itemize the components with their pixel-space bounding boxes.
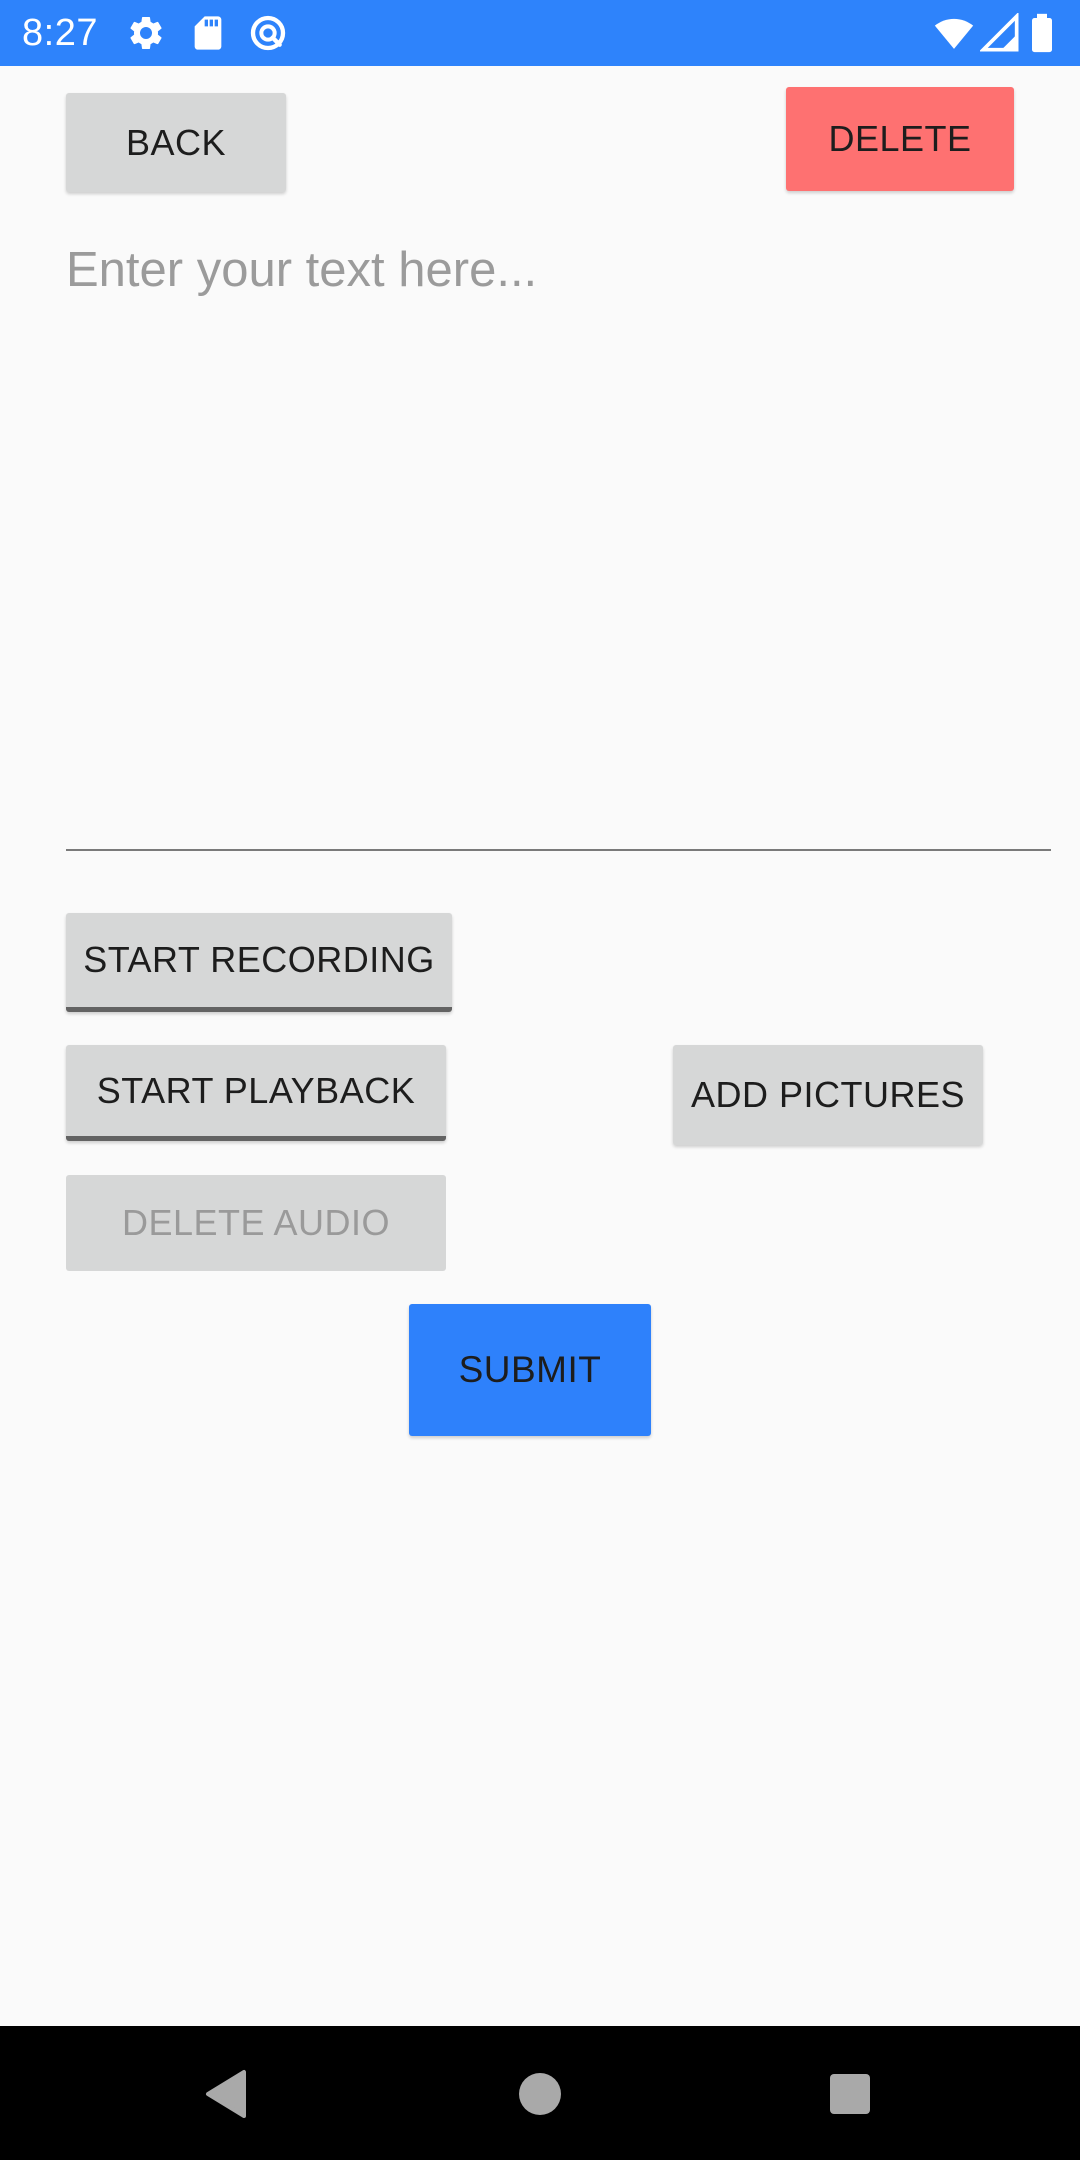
status-bar: 8:27 (0, 0, 1080, 66)
delete-audio-button[interactable]: DELETE AUDIO (66, 1175, 446, 1271)
home-circle-icon[interactable] (508, 2062, 572, 2126)
gear-icon (126, 13, 166, 53)
add-pictures-button[interactable]: ADD PICTURES (673, 1045, 983, 1145)
note-text-input[interactable] (66, 234, 1051, 851)
wifi-icon (934, 13, 974, 53)
delete-button[interactable]: DELETE (786, 87, 1014, 191)
status-time: 8:27 (22, 12, 98, 54)
start-recording-button[interactable]: START RECORDING (66, 913, 452, 1012)
battery-icon (1028, 13, 1056, 53)
navigation-bar (0, 2026, 1080, 2160)
back-button[interactable]: BACK (66, 93, 286, 192)
cell-signal-icon (980, 13, 1020, 53)
start-playback-button[interactable]: START PLAYBACK (66, 1045, 446, 1141)
circle-slash-icon (248, 13, 288, 53)
back-triangle-icon[interactable] (196, 2062, 260, 2126)
sd-card-icon (188, 13, 228, 53)
submit-button[interactable]: SUBMIT (409, 1304, 651, 1436)
recents-square-icon[interactable] (818, 2062, 882, 2126)
